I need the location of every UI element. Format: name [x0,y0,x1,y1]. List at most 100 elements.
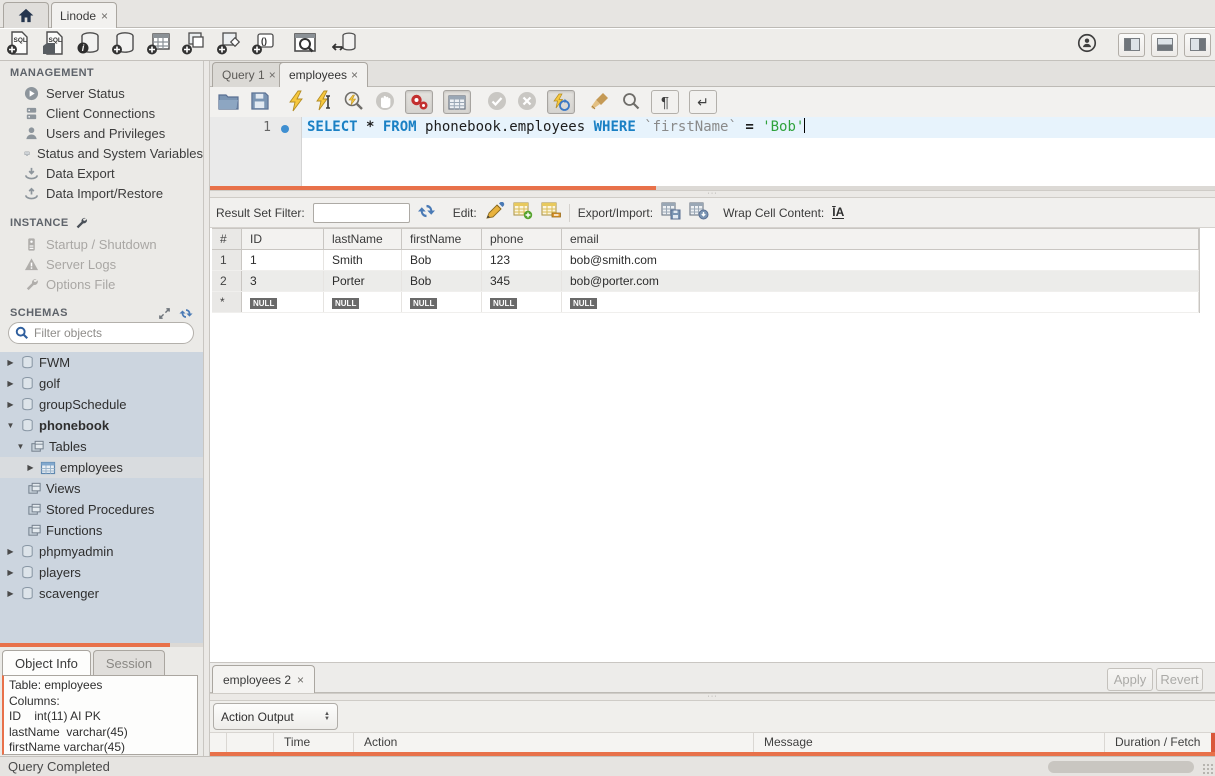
schema-filter-input[interactable] [34,326,184,340]
column-header-rownum[interactable]: # [212,229,242,249]
tree-item-schema-scavenger[interactable]: ▶ scavenger [0,583,203,604]
column-header-firstname[interactable]: firstName [402,229,482,249]
tree-item-views-folder[interactable]: Views [0,478,203,499]
sidebar-splitter[interactable] [203,61,210,756]
sidebar-item-server-status[interactable]: Server Status [0,83,203,103]
create-view-icon[interactable] [181,30,207,59]
tree-item-table-employees[interactable]: ▶ employees [0,457,203,478]
null-badge[interactable]: NULL [250,298,277,309]
close-icon[interactable]: × [101,9,108,23]
column-header-lastname[interactable]: lastName [324,229,402,249]
sql-editor[interactable]: 1 SELECT * FROM phonebook.employees WHER… [210,117,1215,186]
export-recordset-icon[interactable] [661,202,681,223]
chevron-down-icon[interactable]: ▼ [5,421,16,430]
output-col-time[interactable]: Time [274,733,354,752]
sidebar-item-server-logs[interactable]: Server Logs [0,254,203,274]
find-icon[interactable] [621,91,641,114]
output-col-action[interactable]: Action [354,733,754,752]
sidebar-item-startup-shutdown[interactable]: Startup / Shutdown [0,234,203,254]
schema-inspector-icon[interactable]: i [76,30,102,59]
code-area[interactable]: SELECT * FROM phonebook.employees WHERE … [302,117,1215,186]
output-type-select[interactable]: Action Output ▲▼ [213,703,338,730]
save-icon[interactable] [250,91,269,113]
open-sql-script-icon[interactable]: SQL [41,30,67,59]
create-schema-icon[interactable] [111,30,137,59]
output-col-message[interactable]: Message [754,733,1105,752]
import-recordset-icon[interactable] [689,202,709,223]
tab-employees-2[interactable]: employees 2 × [212,665,315,694]
tab-query-1[interactable]: Query 1 × [212,62,286,87]
sidebar-item-users-privileges[interactable]: Users and Privileges [0,123,203,143]
chevron-down-icon[interactable]: ▼ [15,442,26,451]
refresh-schemas-icon[interactable] [179,307,193,320]
table-row[interactable]: 2 3 Porter Bob 345 bob@porter.com [212,271,1199,292]
null-badge[interactable]: NULL [490,298,517,309]
toggle-autocommit-button[interactable] [547,90,575,114]
sidebar-item-client-connections[interactable]: Client Connections [0,103,203,123]
create-procedure-icon[interactable] [216,30,242,59]
tree-item-functions-folder[interactable]: Functions [0,520,203,541]
account-icon[interactable] [1076,32,1098,57]
column-header-phone[interactable]: phone [482,229,562,249]
null-badge[interactable]: NULL [410,298,437,309]
table-row[interactable]: 1 1 Smith Bob 123 bob@smith.com [212,250,1199,271]
new-row-placeholder[interactable]: * NULL NULL NULL NULL NULL [212,292,1199,313]
close-icon[interactable]: × [297,673,304,687]
close-icon[interactable]: × [351,68,358,82]
scrollbar-thumb[interactable] [0,643,170,647]
chevron-right-icon[interactable]: ▶ [5,589,16,598]
search-table-data-icon[interactable] [292,30,319,59]
toggle-word-wrap-button[interactable]: ↵ [689,90,717,114]
result-filter-input[interactable] [313,203,410,223]
toggle-left-sidebar-button[interactable] [1118,33,1145,57]
tree-item-schema-groupschedule[interactable]: ▶ groupSchedule [0,394,203,415]
toggle-stop-on-error-button[interactable] [405,90,433,114]
hscrollbar-thumb[interactable] [1048,761,1194,773]
toggle-output-panel-button[interactable] [1151,33,1178,57]
sidebar-item-status-system-variables[interactable]: Status and System Variables [0,143,203,163]
tree-item-tables-folder[interactable]: ▼ Tables [0,436,203,457]
tab-object-info[interactable]: Object Info [2,650,91,675]
chevron-right-icon[interactable]: ▶ [5,379,16,388]
tab-employees[interactable]: employees × [279,62,368,87]
resize-grip[interactable] [1202,763,1214,775]
tree-item-schema-phpmyadmin[interactable]: ▶ phpmyadmin [0,541,203,562]
open-file-icon[interactable] [218,92,240,113]
refresh-results-icon[interactable] [418,203,435,222]
apply-button[interactable]: Apply [1107,668,1153,691]
chevron-right-icon[interactable]: ▶ [5,358,16,367]
delete-row-icon[interactable] [541,202,561,223]
tree-item-schema-phonebook[interactable]: ▼ phonebook [0,415,203,436]
connection-tab[interactable]: Linode × [51,2,117,28]
chevron-right-icon[interactable]: ▶ [5,568,16,577]
toggle-invisibles-button[interactable]: ¶ [651,90,679,114]
null-badge[interactable]: NULL [570,298,597,309]
output-splitter[interactable]: ··· [210,693,1215,701]
expand-panel-icon[interactable] [158,307,171,320]
toggle-limit-rows-button[interactable] [443,90,471,114]
close-icon[interactable]: × [269,68,276,82]
chevron-right-icon[interactable]: ▶ [25,463,36,472]
wrap-cell-content-icon[interactable]: ĪA [832,207,844,219]
reconnect-dbms-icon[interactable] [332,30,359,59]
home-tab[interactable] [3,2,49,28]
sidebar-item-data-export[interactable]: Data Export [0,163,203,183]
null-badge[interactable]: NULL [332,298,359,309]
execute-query-icon[interactable] [287,90,305,115]
tree-item-schema-fwm[interactable]: ▶ FWM [0,352,203,373]
insert-row-icon[interactable] [513,202,533,223]
new-query-tab-icon[interactable]: SQL [6,30,32,59]
beautify-icon[interactable] [589,91,611,114]
toggle-right-sidebar-button[interactable] [1184,33,1211,57]
create-function-icon[interactable]: () [251,30,277,59]
create-table-icon[interactable] [146,30,172,59]
explain-plan-icon[interactable] [343,90,365,115]
tree-item-stored-procedures-folder[interactable]: Stored Procedures [0,499,203,520]
column-header-id[interactable]: ID [242,229,324,249]
output-col-duration[interactable]: Duration / Fetch [1105,733,1215,752]
chevron-right-icon[interactable]: ▶ [5,547,16,556]
chevron-right-icon[interactable]: ▶ [5,400,16,409]
tree-horizontal-scrollbar[interactable] [0,643,203,647]
tree-item-schema-players[interactable]: ▶ players [0,562,203,583]
revert-button[interactable]: Revert [1156,668,1203,691]
